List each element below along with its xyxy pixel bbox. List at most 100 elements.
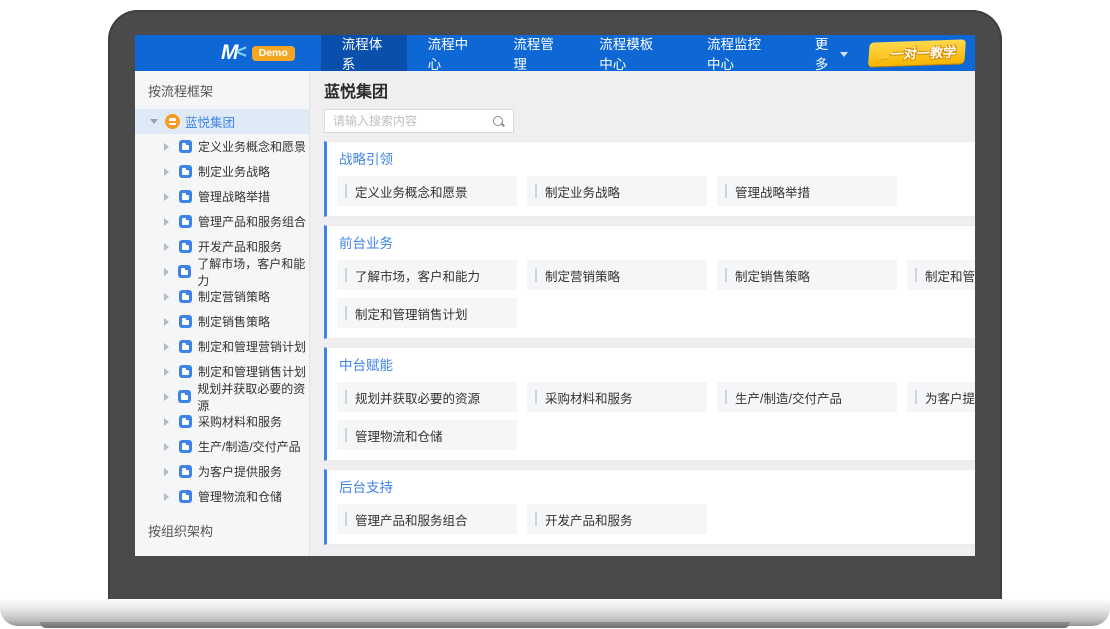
nav-item-process-management[interactable]: 流程管理 bbox=[492, 35, 578, 72]
card-label: 定义业务概念和愿景 bbox=[355, 185, 468, 200]
tree-item-label: 管理产品和服务组合 bbox=[198, 215, 307, 229]
tree-root-label: 蓝悦集团 bbox=[185, 116, 236, 130]
tree-item[interactable]: 制定销售策略 bbox=[135, 309, 309, 334]
caret-right-icon[interactable] bbox=[164, 367, 169, 376]
nav-item-process-system[interactable]: 流程体系 bbox=[320, 35, 407, 72]
search-input[interactable] bbox=[333, 114, 492, 128]
process-card[interactable]: 管理战略举措 bbox=[717, 176, 897, 206]
caret-right-icon[interactable] bbox=[164, 142, 169, 151]
tree-item[interactable]: 管理产品和服务组合 bbox=[135, 209, 309, 234]
tree-item-label: 为客户提供服务 bbox=[198, 465, 283, 479]
card-bar bbox=[725, 268, 727, 282]
process-card[interactable]: 管理物流和仓储 bbox=[337, 420, 517, 450]
caret-down-icon[interactable] bbox=[150, 119, 158, 124]
promo-label: 一对一教学 bbox=[890, 44, 957, 62]
card-bar bbox=[535, 512, 537, 526]
logo-mark-chevron: < bbox=[235, 42, 247, 63]
caret-right-icon[interactable] bbox=[164, 267, 169, 276]
tree-item-label: 管理物流和仓储 bbox=[198, 490, 283, 504]
caret-right-icon[interactable] bbox=[164, 192, 169, 201]
page-title: 蓝悦集团 bbox=[324, 84, 389, 101]
tree-item[interactable]: 生产/制造/交付产品 bbox=[135, 434, 309, 459]
caret-right-icon[interactable] bbox=[164, 217, 169, 226]
nav-item-process-center[interactable]: 流程中心 bbox=[407, 35, 493, 72]
tree-item[interactable]: 制定和管理营销计划 bbox=[135, 334, 309, 359]
caret-right-icon[interactable] bbox=[164, 317, 169, 326]
process-card[interactable]: 生产/制造/交付产品 bbox=[717, 382, 897, 412]
section-title: 战略引领 bbox=[339, 152, 393, 167]
card-bar bbox=[345, 428, 347, 442]
process-card[interactable]: 管理产品和服务组合 bbox=[337, 504, 517, 534]
caret-right-icon[interactable] bbox=[164, 492, 169, 501]
tree-item-label: 规划并获取必要的资源 bbox=[197, 381, 306, 413]
demo-badge: Demo bbox=[251, 45, 295, 61]
nav-item-label: 流程监控中心 bbox=[706, 37, 761, 72]
top-nav: M < Demo 流程体系 流程中心 流程管理 流程模板中心 流程监控中心 更多 bbox=[135, 35, 975, 72]
caret-right-icon[interactable] bbox=[164, 167, 169, 176]
process-card[interactable]: 制定业务战略 bbox=[527, 176, 707, 206]
chevron-down-icon bbox=[839, 51, 848, 57]
tree-item[interactable]: 管理战略举措 bbox=[135, 184, 309, 209]
card-label: 制定和管理销售计划 bbox=[355, 307, 468, 322]
caret-right-icon[interactable] bbox=[164, 292, 169, 301]
tree-item[interactable]: 制定业务战略 bbox=[135, 159, 309, 184]
page: M < Demo 流程体系 流程中心 流程管理 流程模板中心 流程监控中心 更多 bbox=[0, 0, 1110, 629]
card-list: 定义业务概念和愿景 制定业务战略 管理战略举措 bbox=[337, 176, 975, 206]
process-card[interactable]: 为客户提供服务 bbox=[907, 382, 975, 412]
process-card[interactable]: 定义业务概念和愿景 bbox=[337, 176, 517, 206]
process-card[interactable]: 了解市场，客户和能力 bbox=[337, 260, 517, 290]
tree-item-label: 了解市场，客户和能力 bbox=[197, 256, 306, 288]
folder-icon bbox=[179, 315, 192, 328]
card-label: 规划并获取必要的资源 bbox=[355, 391, 481, 406]
folder-icon bbox=[179, 165, 192, 178]
promo-badge[interactable]: 一对一教学 bbox=[867, 39, 966, 67]
caret-right-icon[interactable] bbox=[164, 392, 169, 401]
process-card[interactable]: 开发产品和服务 bbox=[527, 504, 707, 534]
tree-item-label: 开发产品和服务 bbox=[198, 240, 283, 254]
screen: M < Demo 流程体系 流程中心 流程管理 流程模板中心 流程监控中心 更多 bbox=[135, 35, 975, 556]
tree-item-label: 管理战略举措 bbox=[198, 190, 271, 204]
tree-item[interactable]: 了解市场，客户和能力 bbox=[135, 257, 309, 288]
process-card[interactable]: 制定和管理营销计划 bbox=[907, 260, 975, 290]
caret-right-icon[interactable] bbox=[164, 442, 169, 451]
card-label: 开发产品和服务 bbox=[545, 513, 633, 528]
process-card[interactable]: 规划并获取必要的资源 bbox=[337, 382, 517, 412]
tree-item-label: 制定和管理销售计划 bbox=[198, 365, 307, 379]
nav-item-monitor-center[interactable]: 流程监控中心 bbox=[686, 35, 794, 72]
sidebar-header-org: 按组织架构 bbox=[148, 524, 214, 539]
tree-item[interactable]: 规划并获取必要的资源 bbox=[135, 382, 309, 413]
tree-org-root[interactable]: 行政组织 bbox=[135, 549, 309, 556]
card-label: 制定业务战略 bbox=[545, 185, 621, 200]
caret-right-icon[interactable] bbox=[164, 342, 169, 351]
card-label: 管理产品和服务组合 bbox=[355, 513, 468, 528]
search-icon[interactable] bbox=[492, 115, 505, 128]
folder-icon bbox=[179, 215, 192, 228]
card-label: 了解市场，客户和能力 bbox=[355, 269, 481, 284]
search-box bbox=[324, 109, 514, 133]
sidebar: 按流程框架 蓝悦集团 定义业务概念和愿景 制定业务战略 管理战略举措 管理产品和… bbox=[135, 71, 310, 556]
card-label: 管理战略举措 bbox=[735, 185, 811, 200]
tree-root-group[interactable]: 蓝悦集团 bbox=[135, 109, 309, 134]
card-bar bbox=[345, 512, 347, 526]
process-card[interactable]: 采购材料和服务 bbox=[527, 382, 707, 412]
folder-icon bbox=[179, 365, 192, 378]
process-card[interactable]: 制定销售策略 bbox=[717, 260, 897, 290]
caret-right-icon[interactable] bbox=[164, 242, 169, 251]
card-bar bbox=[725, 184, 727, 198]
card-list: 了解市场，客户和能力 制定营销策略 制定销售策略 制定和管理营销计划 bbox=[337, 260, 975, 328]
nav-item-template-center[interactable]: 流程模板中心 bbox=[578, 35, 686, 72]
caret-right-icon[interactable] bbox=[164, 467, 169, 476]
nav-item-label: 流程模板中心 bbox=[599, 37, 654, 72]
card-bar bbox=[915, 268, 917, 282]
tree-item[interactable]: 为客户提供服务 bbox=[135, 459, 309, 484]
tree-item[interactable]: 管理物流和仓储 bbox=[135, 484, 309, 509]
caret-right-icon[interactable] bbox=[164, 417, 169, 426]
folder-icon bbox=[179, 415, 192, 428]
tree-item[interactable]: 定义业务概念和愿景 bbox=[135, 134, 309, 159]
process-card[interactable]: 制定和管理销售计划 bbox=[337, 298, 517, 328]
nav-item-label: 流程中心 bbox=[427, 37, 469, 72]
app-logo[interactable]: M < Demo bbox=[135, 35, 295, 71]
card-label: 管理物流和仓储 bbox=[355, 429, 443, 444]
process-card[interactable]: 制定营销策略 bbox=[527, 260, 707, 290]
nav-item-more[interactable]: 更多 bbox=[794, 35, 869, 72]
